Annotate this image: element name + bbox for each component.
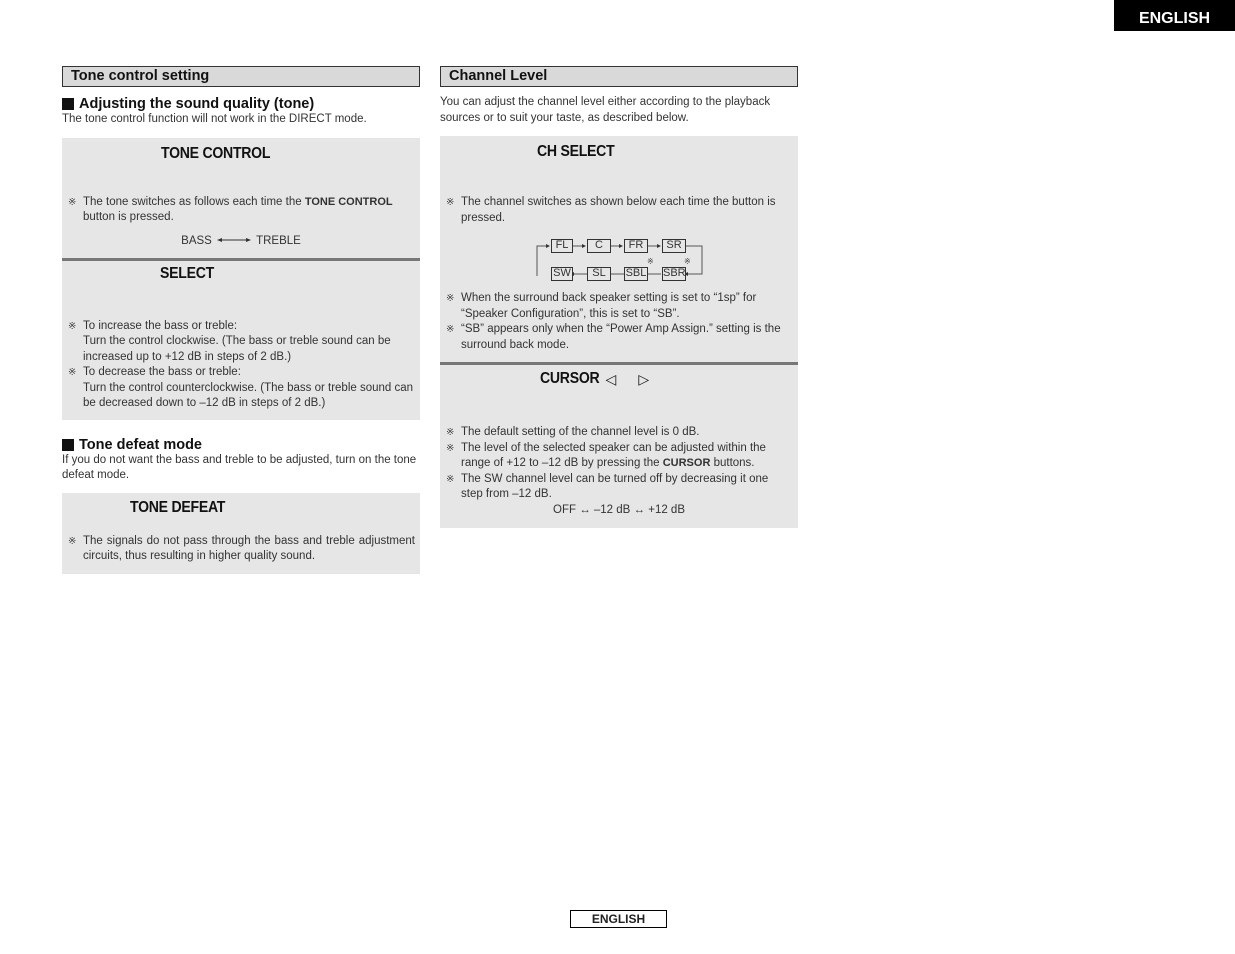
note-text: The signals do not pass through the bass… xyxy=(83,534,415,563)
channel-box-sbr: SBR xyxy=(662,267,686,281)
language-tab: ENGLISH xyxy=(1114,0,1235,31)
channel-box-fl: FL xyxy=(551,239,573,253)
select-note-increase: ※ To increase the bass or treble: Turn th… xyxy=(62,319,420,366)
section-title-channel-level: Channel Level xyxy=(440,66,798,87)
footer-language-label: ENGLISH xyxy=(570,910,667,928)
intro-text: The tone control function will not work … xyxy=(62,113,367,125)
note-mark: ※ xyxy=(446,427,455,438)
channel-box-sr: SR xyxy=(662,239,686,253)
note-mark: ※ xyxy=(446,197,455,208)
sbl-footnote-mark: ※ xyxy=(647,257,654,266)
note-text: To increase the bass or treble: Turn the … xyxy=(83,319,391,363)
sbr-footnote-mark: ※ xyxy=(684,257,691,266)
ch-select-note: ※ The channel switches as shown below ea… xyxy=(440,195,798,226)
cursor-button-group: CURSOR ◁ ▷ xyxy=(540,370,649,388)
tone-control-column: Tone control setting Adjusting the sound… xyxy=(62,66,420,574)
channel-box-sbl: SBL xyxy=(624,267,648,281)
select-button-label: SELECT xyxy=(160,264,214,282)
note-text: The channel switches as shown below each… xyxy=(461,196,776,224)
tone-control-panel: TONE CONTROL ※ The tone switches as foll… xyxy=(62,137,420,258)
channel-level-intro: You can adjust the channel level either … xyxy=(440,96,771,124)
range-sequence: OFF ↔ –12 dB ↔ +12 dB xyxy=(553,503,685,516)
note-mark: ※ xyxy=(68,320,77,332)
note-mark: ※ xyxy=(68,196,77,208)
channel-level-column: Channel Level You can adjust the channel… xyxy=(440,66,798,528)
note-text: The tone switches as follows each time t… xyxy=(83,195,393,224)
bidirectional-arrow-icon xyxy=(217,238,252,243)
ch-select-note-sb: ※ “SB” appears only when the “Power Amp … xyxy=(440,322,798,353)
subheading-text: Adjusting the sound quality (tone) xyxy=(79,96,315,112)
select-panel: SELECT ※ To increase the bass or treble:… xyxy=(62,260,420,420)
note-mark: ※ xyxy=(68,535,77,547)
treble-label: TREBLE xyxy=(256,234,301,247)
bass-treble-sequence: BASS TREBLE xyxy=(62,235,420,247)
cursor-note-sw-off: ※ The SW channel level can be turned off… xyxy=(440,472,798,503)
tone-control-note: ※ The tone switches as follows each time… xyxy=(62,195,420,226)
section-title-tone-control: Tone control setting xyxy=(62,66,420,87)
cursor-panel: CURSOR ◁ ▷ ※ The default setting of the … xyxy=(440,365,798,528)
ch-select-panel: CH SELECT ※ The channel switches as show… xyxy=(440,136,798,362)
channel-cycle-diagram: FL C FR SR SW SL SBL SBR ※ ※ xyxy=(534,236,704,284)
note-mark: ※ xyxy=(446,293,455,304)
tone-defeat-intro: If you do not want the bass and treble t… xyxy=(62,453,417,482)
note-text: “SB” appears only when the “Power Amp As… xyxy=(461,323,781,351)
channel-box-sl: SL xyxy=(587,267,611,281)
note-mark: ※ xyxy=(68,367,77,378)
subheading-tone-defeat: Tone defeat mode xyxy=(62,437,420,453)
note-text: The SW channel level can be turned off b… xyxy=(461,472,769,501)
square-bullet-icon xyxy=(62,98,74,110)
tone-defeat-button-label: TONE DEFEAT xyxy=(130,498,226,516)
channel-box-c: C xyxy=(587,239,611,253)
square-bullet-icon xyxy=(62,438,74,451)
note-text: The level of the selected speaker can be… xyxy=(461,441,766,470)
note-mark: ※ xyxy=(446,442,455,454)
note-text: When the surround back speaker setting i… xyxy=(461,292,757,320)
bass-label: BASS xyxy=(181,234,212,247)
ch-select-note-1sp: ※ When the surround back speaker setting… xyxy=(440,291,798,322)
tone-defeat-note: ※ The signals do not pass through the ba… xyxy=(62,534,420,565)
ch-select-button-label: CH SELECT xyxy=(537,143,615,160)
channel-box-sw: SW xyxy=(551,267,573,281)
subheading-adjusting-sound: Adjusting the sound quality (tone) xyxy=(62,96,420,112)
cursor-note-range: ※ The level of the selected speaker can … xyxy=(440,441,798,472)
cursor-left-icon: ◁ xyxy=(605,370,617,387)
tone-defeat-panel: TONE DEFEAT ※ The signals do not pass th… xyxy=(62,492,420,574)
channel-box-fr: FR xyxy=(624,239,648,253)
note-text: To decrease the bass or treble: Turn the … xyxy=(83,366,414,409)
cursor-button-label: CURSOR xyxy=(540,370,600,387)
tone-control-button-label: TONE CONTROL xyxy=(161,144,271,162)
note-mark: ※ xyxy=(446,473,455,485)
cursor-note-default: ※ The default setting of the channel lev… xyxy=(440,425,798,441)
select-note-decrease: ※ To decrease the bass or treble: Turn th… xyxy=(62,365,420,412)
note-text: The default setting of the channel level… xyxy=(461,426,700,438)
subheading-text: Tone defeat mode xyxy=(79,436,202,453)
cursor-right-icon: ▷ xyxy=(638,370,650,387)
note-mark: ※ xyxy=(446,324,455,335)
